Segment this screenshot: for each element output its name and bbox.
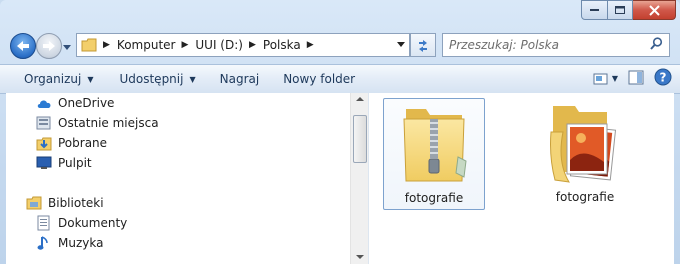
preview-pane-button[interactable]: [628, 70, 644, 88]
nav-item-documents[interactable]: Dokumenty: [36, 213, 127, 233]
scroll-down-icon[interactable]: [356, 255, 364, 260]
navigation-scrollbar[interactable]: [350, 93, 368, 264]
libraries-icon: [26, 195, 42, 211]
downloads-icon: [36, 135, 52, 151]
address-bar[interactable]: ▶ Komputer ▶ UUI (D:) ▶ Polska ▶: [76, 33, 408, 57]
nav-item-libraries[interactable]: Biblioteki: [26, 193, 104, 213]
view-controls: ▼ ?: [593, 68, 672, 89]
folder-icon: [81, 38, 97, 52]
search-icon[interactable]: [650, 37, 663, 53]
file-item-label: fotografie: [555, 190, 615, 204]
maximize-icon: [614, 5, 625, 14]
nav-item-label: Ostatnie miejsca: [58, 116, 159, 130]
main-area: OneDrive Ostatnie miejsca Pobrane Pulpit: [6, 93, 674, 264]
help-icon: ?: [654, 68, 672, 86]
documents-icon: [36, 215, 52, 231]
change-view-button[interactable]: ▼: [593, 72, 618, 86]
nav-item-label: Pobrane: [58, 136, 108, 150]
refresh-icon: [419, 40, 427, 52]
caption-buttons: [581, 0, 676, 20]
share-label: Udostępnij: [119, 72, 184, 86]
help-button[interactable]: ?: [654, 68, 672, 89]
nav-item-label: Muzyka: [58, 236, 104, 250]
music-icon: [36, 235, 52, 251]
new-folder-button[interactable]: Nowy folder: [275, 68, 363, 90]
burn-label: Nagraj: [219, 72, 260, 86]
search-box[interactable]: Przeszukaj: Polska: [442, 33, 670, 57]
explorer-window: ▶ Komputer ▶ UUI (D:) ▶ Polska ▶ Przeszu…: [0, 0, 680, 264]
back-button[interactable]: [10, 33, 36, 59]
search-placeholder[interactable]: Przeszukaj: Polska: [449, 38, 650, 52]
forward-arrow-icon: [43, 41, 55, 51]
navigation-pane: OneDrive Ostatnie miejsca Pobrane Pulpit: [6, 93, 368, 264]
zip-folder-icon: [400, 103, 468, 186]
minimize-button[interactable]: [581, 0, 608, 20]
chevron-down-icon: ▼: [611, 74, 618, 83]
nav-item-label: Biblioteki: [48, 196, 104, 210]
organize-menu[interactable]: Organizuj ▼: [16, 68, 101, 90]
nav-item-onedrive[interactable]: OneDrive: [36, 93, 114, 113]
organize-label: Organizuj: [24, 72, 82, 86]
forward-button[interactable]: [36, 33, 62, 59]
chevron-down-icon: [396, 42, 405, 47]
breadcrumb-folder[interactable]: Polska: [263, 38, 301, 52]
back-arrow-icon: [17, 41, 29, 51]
nav-item-desktop[interactable]: Pulpit: [36, 153, 92, 173]
recent-places-icon: [36, 115, 52, 131]
file-item-label: fotografie: [404, 191, 464, 205]
file-item[interactable]: fotografie: [535, 98, 635, 208]
onedrive-icon: [36, 95, 52, 111]
desktop-icon: [36, 155, 52, 171]
breadcrumb-separator[interactable]: ▶: [103, 40, 110, 50]
close-icon: [648, 4, 660, 16]
file-item[interactable]: fotografie: [383, 98, 485, 210]
chevron-down-icon: [63, 45, 71, 50]
nav-item-label: Pulpit: [58, 156, 92, 170]
breadcrumb-separator[interactable]: ▶: [181, 40, 188, 50]
nav-item-music[interactable]: Muzyka: [36, 233, 103, 253]
share-menu[interactable]: Udostępnij ▼: [111, 68, 203, 90]
preview-pane-icon: [628, 70, 644, 84]
address-dropdown-button[interactable]: [393, 33, 410, 57]
nav-item-recent-places[interactable]: Ostatnie miejsca: [36, 113, 159, 133]
scroll-up-icon[interactable]: [356, 97, 364, 102]
photo-folder-icon: [549, 102, 621, 189]
new-folder-label: Nowy folder: [283, 72, 356, 86]
breadcrumb-computer[interactable]: Komputer: [117, 38, 176, 52]
maximize-button[interactable]: [608, 0, 633, 20]
navigation-bar: ▶ Komputer ▶ UUI (D:) ▶ Polska ▶ Przeszu…: [0, 31, 680, 59]
file-view: fotografie fotografie: [368, 93, 674, 264]
close-button[interactable]: [633, 0, 676, 20]
nav-item-label: OneDrive: [58, 96, 115, 110]
breadcrumb-drive[interactable]: UUI (D:): [195, 38, 243, 52]
view-icon: [593, 73, 608, 84]
chevron-down-icon: ▼: [87, 74, 94, 84]
nav-item-label: Dokumenty: [58, 216, 128, 230]
scrollbar-thumb[interactable]: [353, 115, 367, 163]
command-bar: Organizuj ▼ Udostępnij ▼ Nagraj Nowy fol…: [0, 64, 680, 94]
chevron-down-icon: ▼: [189, 74, 196, 84]
burn-button[interactable]: Nagraj: [212, 68, 268, 90]
breadcrumb-separator[interactable]: ▶: [307, 40, 314, 50]
minimize-icon: [589, 9, 599, 11]
nav-item-downloads[interactable]: Pobrane: [36, 133, 107, 153]
breadcrumb-separator[interactable]: ▶: [249, 40, 256, 50]
recent-pages-button[interactable]: [63, 40, 72, 54]
refresh-button[interactable]: [410, 33, 436, 57]
svg-text:?: ?: [660, 71, 667, 85]
